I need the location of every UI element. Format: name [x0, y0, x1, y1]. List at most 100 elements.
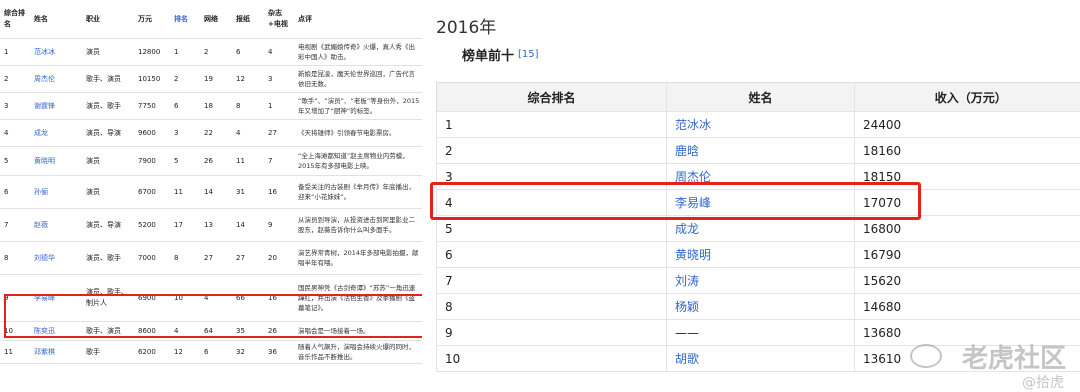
- job-cell: 演员: [82, 176, 134, 209]
- income-cell: 16790: [855, 242, 1080, 268]
- watermark: 老虎社区 @拾虎: [962, 338, 1066, 375]
- magazine-tv-cell: 4: [264, 39, 294, 66]
- header-newspaper[interactable]: 报纸: [232, 0, 264, 39]
- rank-cell: 2: [437, 138, 667, 164]
- left-ranking-table-panel: 综合排名 姓名 职业 万元 排名 网络 报纸 杂志+电视 点评 1范冰冰演员12…: [0, 0, 422, 387]
- name-link[interactable]: 范冰冰: [34, 48, 55, 56]
- comment-cell: 从演员到导演，从投资进击到阿里影业二股东，赵薇告诉你什么叫多面手。: [294, 209, 422, 242]
- header-rank: 综合排名: [437, 83, 667, 112]
- rank-cell: 3: [0, 93, 30, 120]
- header-magazine-tv[interactable]: 杂志+电视: [264, 0, 294, 39]
- name-link[interactable]: 黄晓明: [34, 157, 55, 165]
- name-link[interactable]: 鹿晗: [675, 144, 699, 158]
- table-row: 4成龙演员、导演9600322427《天将雄师》引领春节电影票房。: [0, 120, 422, 147]
- name-link[interactable]: 刘涛: [675, 274, 699, 288]
- right-ranking-panel: 2016年 榜单前十[15] 综合排名 姓名 收入（万元） 1范冰冰244002…: [430, 0, 1080, 387]
- internet-cell: 19: [200, 66, 232, 93]
- table-row: 2周杰伦歌手、演员10150219123新娘是昆凌，魔天伦世界巡回，广告代言依旧…: [0, 66, 422, 93]
- name-link[interactable]: 杨颖: [675, 300, 699, 314]
- name-link[interactable]: 黄晓明: [675, 248, 711, 262]
- comment-cell: 新娘是昆凌，魔天伦世界巡回，广告代言依旧无数。: [294, 66, 422, 93]
- newspaper-cell: 6: [232, 39, 264, 66]
- income-rank-cell: 6: [170, 93, 200, 120]
- name-link[interactable]: 孙俪: [34, 188, 48, 196]
- income-rank-cell: 12: [170, 341, 200, 364]
- table-row: 11邓紫棋歌手62001263236随着人气飙升，演唱会持续火爆的同时，音乐作品…: [0, 341, 422, 364]
- right-table-header-row: 综合排名 姓名 收入（万元）: [437, 83, 1080, 112]
- income-cell: 9600: [134, 120, 170, 147]
- name-link[interactable]: 周杰伦: [34, 75, 55, 83]
- job-cell: 演员、歌手: [82, 242, 134, 275]
- income-rank-cell: 5: [170, 147, 200, 176]
- header-name[interactable]: 姓名: [30, 0, 82, 39]
- header-income-rank[interactable]: 排名: [170, 0, 200, 39]
- name-link[interactable]: 胡歌: [675, 352, 699, 366]
- name-link[interactable]: 范冰冰: [675, 118, 711, 132]
- job-cell: 歌手: [82, 341, 134, 364]
- newspaper-cell: 31: [232, 176, 264, 209]
- header-internet[interactable]: 网络: [200, 0, 232, 39]
- table-row: 1范冰冰演员128001264电视剧《武媚娘传奇》火爆，真人秀《出彩中国人》助击…: [0, 39, 422, 66]
- internet-cell: 14: [200, 176, 232, 209]
- rank-cell: 4: [0, 120, 30, 147]
- year-heading: 2016年: [436, 13, 496, 38]
- header-income: 收入（万元）: [855, 83, 1080, 112]
- left-table-header-row: 综合排名 姓名 职业 万元 排名 网络 报纸 杂志+电视 点评: [0, 0, 422, 39]
- name-link[interactable]: 成龙: [34, 129, 48, 137]
- header-rank[interactable]: 综合排名: [0, 0, 30, 39]
- table-row: 6孙俪演员670011143116备受关注的古装剧《芈月传》年底播出，迎来“小花…: [0, 176, 422, 209]
- income-cell: 7900: [134, 147, 170, 176]
- watermark-logo-icon: [910, 344, 942, 368]
- income-cell: 12800: [134, 39, 170, 66]
- internet-cell: 13: [200, 209, 232, 242]
- magazine-tv-cell: 3: [264, 66, 294, 93]
- newspaper-cell: 11: [232, 147, 264, 176]
- name-link[interactable]: 成龙: [675, 222, 699, 236]
- job-cell: 演员、歌手: [82, 93, 134, 120]
- magazine-tv-cell: 27: [264, 120, 294, 147]
- job-cell: 演员、导演: [82, 209, 134, 242]
- rank-cell: 6: [437, 242, 667, 268]
- rank-cell: 9: [437, 320, 667, 346]
- header-job[interactable]: 职业: [82, 0, 134, 39]
- newspaper-cell: 32: [232, 341, 264, 364]
- job-cell: 演员: [82, 147, 134, 176]
- magazine-tv-cell: 36: [264, 341, 294, 364]
- header-name: 姓名: [667, 83, 855, 112]
- newspaper-cell: 14: [232, 209, 264, 242]
- name-link[interactable]: 赵薇: [34, 221, 48, 229]
- rank-cell: 1: [437, 112, 667, 138]
- citation-link[interactable]: [15]: [518, 49, 539, 60]
- rank-cell: 8: [0, 242, 30, 275]
- comment-cell: 《天将雄师》引领春节电影票房。: [294, 120, 422, 147]
- header-comment: 点评: [294, 0, 422, 39]
- rank-cell: 5: [0, 147, 30, 176]
- rank-cell: 1: [0, 39, 30, 66]
- comment-cell: 演艺界常青树，2014年多部电影拍摄，献唱半年有喂。: [294, 242, 422, 275]
- internet-cell: 27: [200, 242, 232, 275]
- name-link[interactable]: 谢霆锋: [34, 102, 55, 110]
- rank-cell: 2: [0, 66, 30, 93]
- income-rank-cell: 3: [170, 120, 200, 147]
- header-income[interactable]: 万元: [134, 0, 170, 39]
- comment-cell: “全上海滩都知道”赵主席物业内劳模，2015年有多部电影上映。: [294, 147, 422, 176]
- job-cell: 演员: [82, 39, 134, 66]
- table-row: 2鹿晗18160: [437, 138, 1080, 164]
- rank-cell: 11: [0, 341, 30, 364]
- table-row: 7刘涛15620: [437, 268, 1080, 294]
- table-row: 6 黄晓明 16790: [437, 242, 1080, 268]
- comment-cell: 随着人气飙升，演唱会持续火爆的同时，音乐作品不断推出。: [294, 341, 422, 364]
- name-link[interactable]: 邓紫棋: [34, 348, 55, 356]
- income-cell: 10150: [134, 66, 170, 93]
- job-cell: 歌手、演员: [82, 66, 134, 93]
- income-cell: 5200: [134, 209, 170, 242]
- income-cell: 7750: [134, 93, 170, 120]
- newspaper-cell: 12: [232, 66, 264, 93]
- subtitle: 榜单前十[15]: [462, 45, 539, 64]
- left-highlight-box: [4, 294, 422, 338]
- comment-cell: 电视剧《武媚娘传奇》火爆，真人秀《出彩中国人》助击。: [294, 39, 422, 66]
- income-cell: 15620: [855, 268, 1080, 294]
- name-link[interactable]: 刘德华: [34, 254, 55, 262]
- magazine-tv-cell: 1: [264, 93, 294, 120]
- watermark-handle: @拾虎: [1022, 372, 1064, 392]
